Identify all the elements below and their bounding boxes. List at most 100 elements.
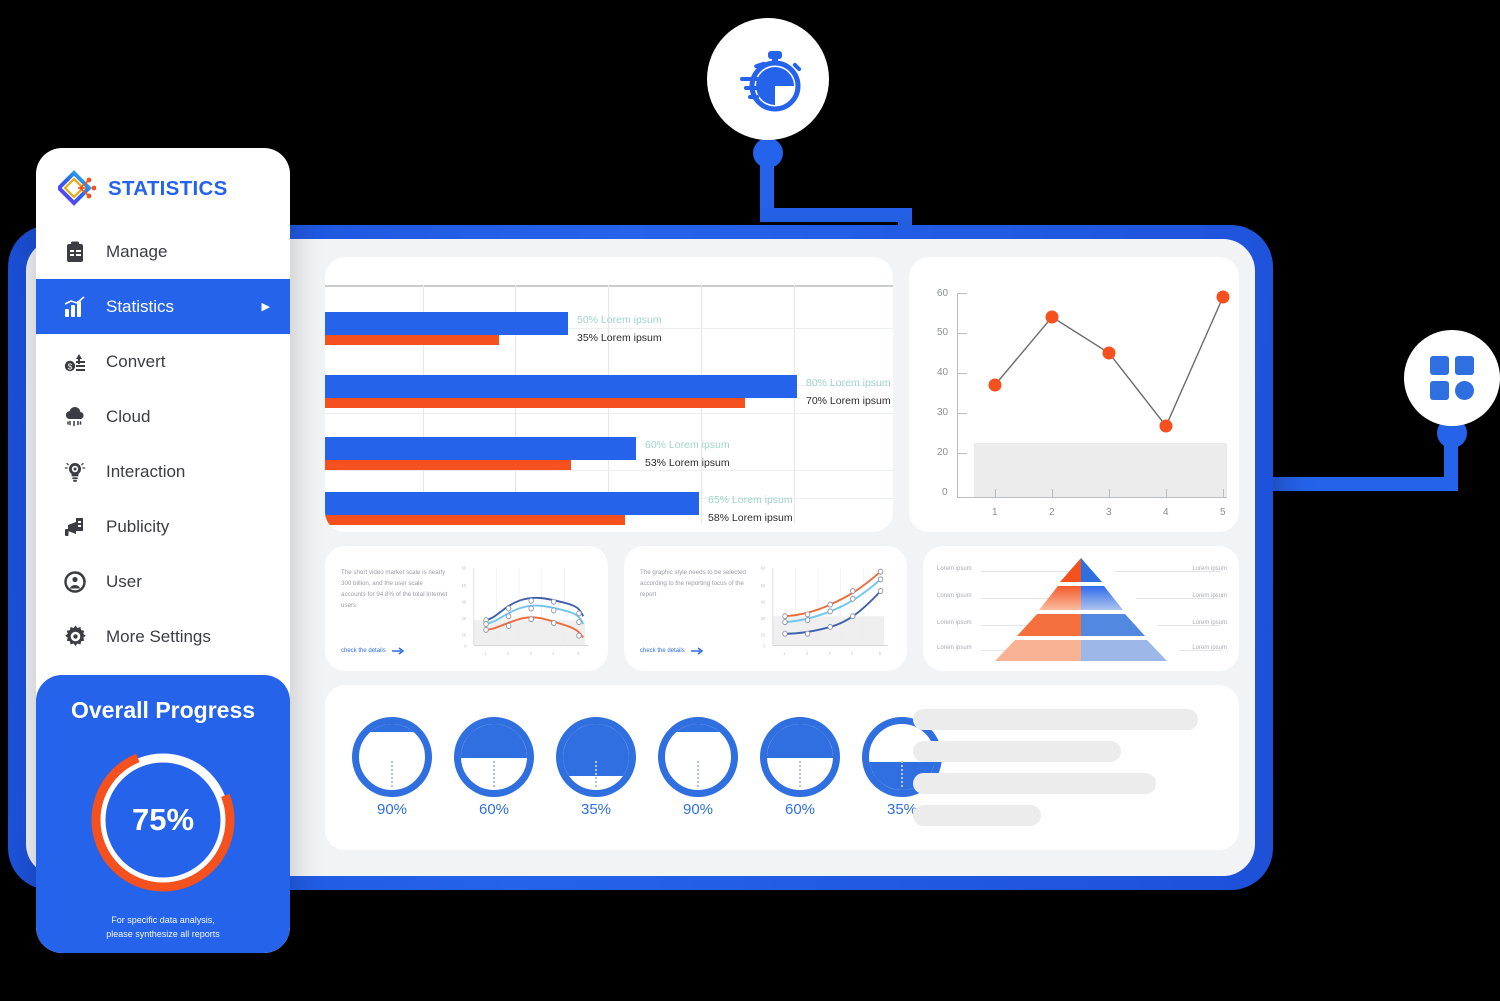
bar-label-bottom: 53% Lorem ipsum bbox=[645, 457, 730, 469]
megaphone-chart-icon bbox=[62, 514, 88, 540]
gauge-leader bbox=[493, 761, 495, 787]
pyramid-chart-card: Lorem ipsum Lorem ipsum Lorem ipsum Lore… bbox=[923, 546, 1239, 671]
sidebar-item-interaction[interactable]: Interaction bbox=[36, 444, 290, 499]
chevron-right-icon: ▶ bbox=[261, 301, 270, 313]
gauge-label: 60% bbox=[784, 801, 816, 818]
grid-hline bbox=[325, 413, 893, 414]
bar-label-top: 65% Lorem ipsum bbox=[708, 494, 793, 506]
svg-text:20: 20 bbox=[462, 632, 467, 637]
gauge-fill bbox=[359, 724, 425, 732]
sidebar-item-label: Statistics bbox=[106, 296, 175, 316]
bar-label-bottom: 35% Lorem ipsum bbox=[577, 332, 662, 344]
mini-card-2-text: The graphic style needs to be selected a… bbox=[640, 569, 746, 598]
svg-text:20: 20 bbox=[761, 632, 766, 637]
user-circle-icon bbox=[62, 569, 88, 595]
bar-label-bottom: 58% Lorem ipsum bbox=[708, 512, 793, 524]
bar-chart-grid: 50% Lorem ipsum 35% Lorem ipsum 80% Lore… bbox=[325, 285, 893, 525]
gauge-leader bbox=[901, 761, 903, 787]
pyramid-label-right: Lorem ipsum bbox=[1192, 645, 1227, 651]
skeleton-row bbox=[913, 741, 1121, 762]
pyramid-shape bbox=[995, 558, 1167, 661]
top-connector-horizontal bbox=[760, 208, 912, 222]
bar-chart-icon bbox=[62, 294, 88, 320]
mid-row: The short video market scale is nearly 3… bbox=[325, 546, 1239, 671]
sidebar-item-publicity[interactable]: Publicity bbox=[36, 499, 290, 554]
sidebar-item-cloud[interactable]: Cloud bbox=[36, 389, 290, 444]
svg-text:50: 50 bbox=[761, 583, 766, 588]
lightbulb-gear-icon bbox=[62, 459, 88, 485]
mini-card-1-text: The short video market scale is nearly 3… bbox=[341, 569, 448, 609]
sidebar: STATISTICS Manage Statistics ▶ $ Convert… bbox=[36, 148, 290, 953]
gauge-leader bbox=[595, 761, 597, 787]
gauge-item[interactable]: 60% bbox=[451, 717, 537, 818]
gauge-item[interactable]: 60% bbox=[757, 717, 843, 818]
horizontal-bar-chart-card: 50% Lorem ipsum 35% Lorem ipsum 80% Lore… bbox=[325, 257, 893, 532]
brand: STATISTICS bbox=[36, 148, 290, 224]
data-point bbox=[1159, 419, 1173, 433]
gauge-fill bbox=[461, 724, 527, 758]
data-point bbox=[1216, 290, 1230, 304]
svg-text:1: 1 bbox=[783, 651, 786, 656]
svg-text:40: 40 bbox=[761, 599, 766, 604]
gauge-item[interactable]: 35% bbox=[553, 717, 639, 818]
grid-top-border bbox=[325, 285, 893, 287]
sidebar-item-more-settings[interactable]: More Settings bbox=[36, 609, 290, 664]
line-chart-card: 60 50 40 30 20 0 1 2 3 4 5 bbox=[909, 257, 1239, 532]
gauge-list: 90% 60% 35% 90% 60% 35% bbox=[325, 717, 945, 818]
bar-primary bbox=[325, 492, 699, 515]
sidebar-item-label: Manage bbox=[106, 241, 168, 261]
bar-primary bbox=[325, 312, 568, 335]
pyramid-label-left: Lorem ipsum bbox=[937, 593, 972, 599]
skeleton-list bbox=[913, 709, 1213, 837]
mini-card-2-link-label: check the details bbox=[640, 648, 685, 654]
stopwatch-badge[interactable] bbox=[707, 18, 829, 140]
sidebar-item-user[interactable]: User bbox=[36, 554, 290, 609]
data-point bbox=[1045, 310, 1059, 324]
progress-note-line2: please synthesize all reports bbox=[106, 928, 220, 939]
mini-card-1-link[interactable]: check the details bbox=[341, 647, 405, 655]
mini-chart-2: 60 50 40 30 20 0 1 2 3 4 5 bbox=[752, 560, 891, 657]
gauge-item[interactable]: 90% bbox=[655, 717, 741, 818]
gauge-label: 60% bbox=[478, 801, 510, 818]
mini-card-2-link[interactable]: check the details bbox=[640, 647, 704, 655]
gauge-fill bbox=[665, 724, 731, 732]
exchange-money-icon: $ bbox=[62, 349, 88, 375]
gear-icon bbox=[62, 624, 88, 650]
right-connector-horizontal bbox=[1268, 477, 1458, 491]
brand-name: STATISTICS bbox=[108, 177, 228, 200]
svg-text:2: 2 bbox=[507, 651, 510, 656]
svg-text:60: 60 bbox=[761, 565, 766, 570]
grid-apps-badge[interactable] bbox=[1404, 330, 1500, 426]
svg-text:3: 3 bbox=[828, 651, 831, 656]
progress-note-line1: For specific data analysis, bbox=[111, 915, 215, 925]
pyramid-label-right: Lorem ipsum bbox=[1192, 620, 1227, 626]
svg-text:5: 5 bbox=[879, 651, 882, 656]
grid-apps-icon bbox=[1430, 356, 1474, 400]
mini-chart-1: 60 50 40 30 20 0 1 2 3 4 5 bbox=[453, 560, 592, 657]
skeleton-row bbox=[913, 805, 1041, 826]
sidebar-item-statistics[interactable]: Statistics ▶ bbox=[36, 279, 290, 334]
top-row: 50% Lorem ipsum 35% Lorem ipsum 80% Lore… bbox=[325, 257, 1239, 532]
diamond-circuit-logo-icon bbox=[58, 170, 96, 206]
sidebar-item-label: Interaction bbox=[106, 461, 186, 481]
pyramid-label-right: Lorem ipsum bbox=[1192, 566, 1227, 572]
svg-text:3: 3 bbox=[529, 651, 532, 656]
sidebar-item-manage[interactable]: Manage bbox=[36, 224, 290, 279]
pyramid-label-left: Lorem ipsum bbox=[937, 620, 972, 626]
sidebar-item-convert[interactable]: $ Convert bbox=[36, 334, 290, 389]
svg-text:5: 5 bbox=[577, 651, 580, 656]
bar-secondary bbox=[325, 460, 571, 470]
svg-text:30: 30 bbox=[761, 616, 766, 621]
bar-primary bbox=[325, 437, 636, 460]
grid-hline bbox=[325, 470, 893, 471]
bar-secondary bbox=[325, 515, 625, 525]
gauge-item[interactable]: 90% bbox=[349, 717, 435, 818]
svg-text:30: 30 bbox=[462, 616, 467, 621]
svg-text:60: 60 bbox=[462, 565, 467, 570]
mini-card-1: The short video market scale is nearly 3… bbox=[325, 546, 608, 671]
arrow-right-icon bbox=[690, 647, 704, 655]
gauge-label: 90% bbox=[376, 801, 408, 818]
dashboard-illustration: 50% Lorem ipsum 35% Lorem ipsum 80% Lore… bbox=[0, 0, 1500, 1001]
mini-card-1-link-label: check the details bbox=[341, 648, 386, 654]
svg-text:1: 1 bbox=[484, 651, 487, 656]
